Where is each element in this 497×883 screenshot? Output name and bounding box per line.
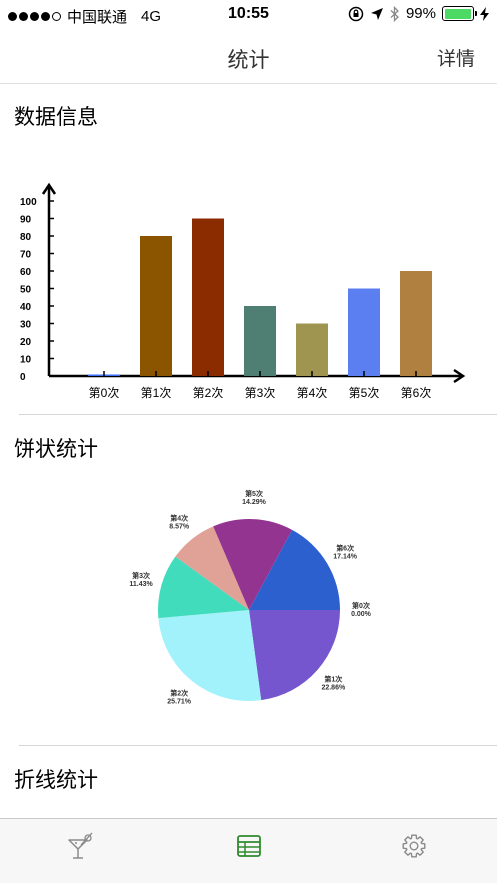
- battery-icon: [442, 6, 477, 21]
- x-tick-label: 第1次: [141, 386, 172, 400]
- y-tick-label: 90: [20, 215, 32, 226]
- x-tick-label: 第5次: [349, 386, 380, 400]
- bar: [140, 236, 172, 376]
- pie-label-percent: 0.00%: [351, 611, 372, 618]
- bar: [348, 288, 380, 376]
- pie-label-category: 第6次: [336, 544, 354, 553]
- page-title: 统计: [227, 49, 270, 72]
- pie-chart: 第0次0.00% 第1次22.86% 第2次25.71% 第3次11.43% 第4次8.…: [129, 489, 372, 706]
- pie-slice: [158, 610, 262, 701]
- rotation-lock-icon: [348, 6, 364, 21]
- pie-label-category: 第0次: [352, 601, 370, 610]
- navigation-bar: 统计 详情: [0, 30, 497, 84]
- bar: [296, 323, 328, 376]
- bar-chart: 0 10 20 30 40 50 60 70 80 90 100 第0次 第1次 第2次 第3次 第4次 第5次…: [20, 182, 466, 400]
- x-tick-label: 第2次: [193, 386, 224, 400]
- pie-label-percent: 11.43%: [129, 581, 153, 588]
- y-tick-label: 40: [20, 302, 32, 313]
- tab-bar: [0, 818, 497, 883]
- bluetooth-icon: [390, 5, 399, 22]
- line-section-title: 折线统计: [14, 769, 98, 792]
- pie-label-percent: 8.57%: [169, 523, 190, 530]
- y-tick-label: 100: [20, 197, 37, 208]
- x-tick-label: 第6次: [401, 386, 432, 400]
- section-divider: [19, 414, 497, 415]
- pie-label-category: 第5次: [245, 489, 263, 498]
- y-tick-label: 70: [20, 250, 32, 261]
- section-divider: [19, 745, 497, 746]
- y-tick-label: 30: [20, 320, 32, 331]
- x-tick-label: 第3次: [245, 386, 276, 400]
- y-tick-label: 60: [20, 267, 32, 278]
- cocktail-icon[interactable]: [66, 831, 96, 861]
- battery-percent: 99%: [405, 5, 436, 22]
- y-tick-label: 10: [20, 355, 32, 366]
- location-icon: [370, 7, 383, 20]
- pie-label-category: 第1次: [324, 675, 342, 684]
- pie-label-category: 第3次: [132, 571, 150, 580]
- pie-label-percent: 22.86%: [321, 685, 346, 692]
- pie-label-percent: 14.29%: [242, 499, 267, 506]
- gear-icon[interactable]: [399, 831, 429, 861]
- y-tick-label: 0: [20, 372, 26, 383]
- charging-icon: [480, 6, 489, 21]
- pie-label-category: 第2次: [170, 689, 188, 698]
- y-tick-label: 80: [20, 232, 32, 243]
- pie-section-title: 饼状统计: [14, 438, 98, 461]
- bar: [244, 306, 276, 376]
- y-tick-label: 50: [20, 285, 32, 296]
- bar: [192, 218, 224, 376]
- status-bar: 中国联通 4G 10:55 99%: [0, 0, 497, 30]
- pie-label-category: 第4次: [170, 513, 188, 522]
- x-tick-label: 第4次: [297, 386, 328, 400]
- x-tick-label: 第0次: [89, 386, 120, 400]
- pie-label-percent: 17.14%: [333, 554, 358, 561]
- pie-label-percent: 25.71%: [167, 699, 192, 706]
- y-tick-label: 20: [20, 337, 32, 348]
- bar: [400, 271, 432, 376]
- detail-button[interactable]: 详情: [437, 44, 475, 71]
- status-right: 99%: [348, 5, 489, 22]
- table-icon[interactable]: [234, 831, 264, 861]
- bar-section-title: 数据信息: [14, 106, 98, 129]
